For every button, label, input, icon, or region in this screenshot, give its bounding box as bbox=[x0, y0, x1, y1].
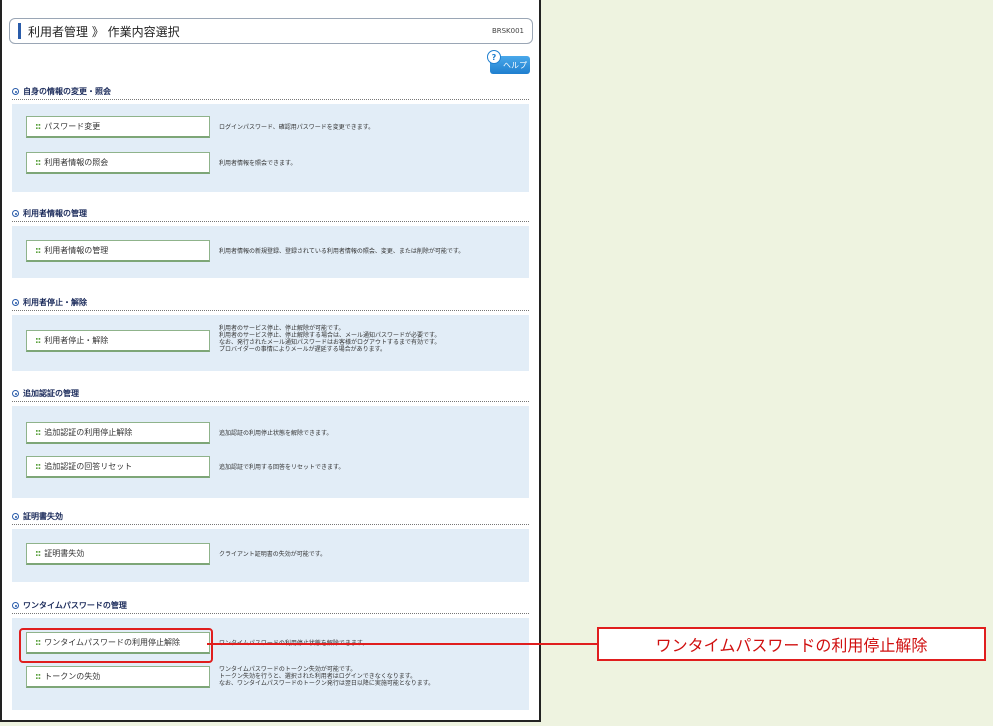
section-bullet-icon bbox=[12, 602, 19, 609]
section-title: 自身の情報の変更・照会 bbox=[12, 86, 111, 97]
user-info-inquiry-button[interactable]: :: 利用者情報の照会 bbox=[26, 152, 210, 174]
section-title: 証明書失効 bbox=[12, 511, 63, 522]
section-title: ワンタイムパスワードの管理 bbox=[12, 600, 127, 611]
help-button[interactable]: ? ヘルプ bbox=[487, 50, 530, 74]
password-change-button[interactable]: :: パスワード変更 bbox=[26, 116, 210, 138]
screen-code: BRSK001 bbox=[491, 27, 524, 35]
section-divider bbox=[12, 221, 529, 222]
section-body: :: 証明書失効 クライアント証明書の失効が可能です。 bbox=[12, 529, 529, 582]
token-revoke-button[interactable]: :: トークンの失効 bbox=[26, 666, 210, 688]
section-divider bbox=[12, 613, 529, 614]
page-title: 利用者管理 》 作業内容選択 bbox=[28, 25, 180, 39]
additional-auth-reset-button[interactable]: :: 追加認証の回答リセット bbox=[26, 456, 210, 478]
section-bullet-icon bbox=[12, 210, 19, 217]
row-description: クライアント証明書の失効が可能です。 bbox=[219, 551, 327, 558]
section-self-info: 自身の情報の変更・照会 :: パスワード変更 ログインパスワード、確認用パスワード… bbox=[2, 86, 539, 196]
row-description: ログインパスワード、確認用パスワードを変更できます。 bbox=[219, 124, 375, 131]
section-body: :: 利用者停止・解除 利用者のサービス停止、停止解除が可能です。 利用者のサービ… bbox=[12, 315, 529, 371]
section-divider bbox=[12, 99, 529, 100]
section-divider bbox=[12, 524, 529, 525]
section-user-info-management: 利用者情報の管理 :: 利用者情報の管理 利用者情報の新規登録、登録されている利用… bbox=[2, 208, 539, 280]
section-body: :: 利用者情報の管理 利用者情報の新規登録、登録されている利用者情報の照会、変更… bbox=[12, 226, 529, 278]
additional-auth-release-button[interactable]: :: 追加認証の利用停止解除 bbox=[26, 422, 210, 444]
section-title: 利用者情報の管理 bbox=[12, 208, 87, 219]
button-bullet-icon: :: bbox=[35, 157, 41, 168]
section-title: 追加認証の管理 bbox=[12, 388, 79, 399]
row-description: 追加認証の利用停止状態を解除できます。 bbox=[219, 430, 333, 437]
page-header: 利用者管理 》 作業内容選択 BRSK001 bbox=[9, 18, 533, 44]
help-label: ヘルプ bbox=[503, 60, 527, 70]
row-description: 利用者情報の新規登録、登録されている利用者情報の照会、変更、または削除が可能です… bbox=[219, 248, 465, 255]
button-bullet-icon: :: bbox=[35, 461, 41, 472]
button-bullet-icon: :: bbox=[35, 548, 41, 559]
section-divider bbox=[12, 401, 529, 402]
header-accent-bar bbox=[18, 23, 21, 39]
user-suspend-release-button[interactable]: :: 利用者停止・解除 bbox=[26, 330, 210, 352]
button-bullet-icon: :: bbox=[35, 245, 41, 256]
section-bullet-icon bbox=[12, 88, 19, 95]
button-bullet-icon: :: bbox=[35, 427, 41, 438]
section-bullet-icon bbox=[12, 299, 19, 306]
section-bullet-icon bbox=[12, 390, 19, 397]
section-bullet-icon bbox=[12, 513, 19, 520]
section-divider bbox=[12, 310, 529, 311]
help-question-icon: ? bbox=[487, 50, 501, 64]
user-info-management-button[interactable]: :: 利用者情報の管理 bbox=[26, 240, 210, 262]
button-bullet-icon: :: bbox=[35, 335, 41, 346]
section-title: 利用者停止・解除 bbox=[12, 297, 87, 308]
section-additional-auth: 追加認証の管理 :: 追加認証の利用停止解除 追加認証の利用停止状態を解除できます… bbox=[2, 388, 539, 500]
row-description: ワンタイムパスワードのトークン失効が可能です。 トークン失効を行うと、選択された… bbox=[219, 666, 435, 687]
row-description: 追加認証で利用する回答をリセットできます。 bbox=[219, 464, 345, 471]
callout-connector bbox=[207, 643, 597, 645]
button-bullet-icon: :: bbox=[35, 671, 41, 682]
section-body: :: パスワード変更 ログインパスワード、確認用パスワードを変更できます。 :: 利… bbox=[12, 104, 529, 192]
section-body: :: 追加認証の利用停止解除 追加認証の利用停止状態を解除できます。 :: 追加認証… bbox=[12, 406, 529, 498]
row-description: 利用者情報を照会できます。 bbox=[219, 160, 297, 167]
section-certificate: 証明書失効 :: 証明書失効 クライアント証明書の失効が可能です。 bbox=[2, 511, 539, 583]
row-description: 利用者のサービス停止、停止解除が可能です。 利用者のサービス停止、停止解除する場… bbox=[219, 325, 441, 353]
callout-label: ワンタイムパスワードの利用停止解除 bbox=[597, 627, 986, 661]
button-bullet-icon: :: bbox=[35, 121, 41, 132]
section-user-suspend: 利用者停止・解除 :: 利用者停止・解除 利用者のサービス停止、停止解除が可能です… bbox=[2, 297, 539, 372]
certificate-revoke-button[interactable]: :: 証明書失効 bbox=[26, 543, 210, 565]
highlight-frame bbox=[19, 628, 213, 663]
main-panel: 利用者管理 》 作業内容選択 BRSK001 ? ヘルプ 自身の情報の変更・照会… bbox=[0, 0, 541, 722]
